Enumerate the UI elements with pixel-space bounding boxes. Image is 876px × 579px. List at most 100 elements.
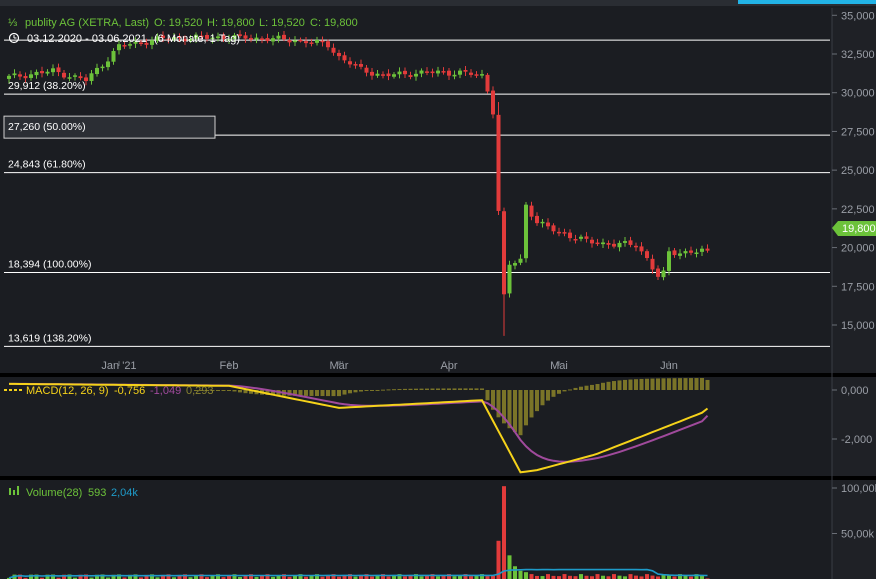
macd-histogram-bar [238,390,242,393]
macd-title: MACD(12, 26, 9) [26,385,109,397]
macd-histogram-bar [584,385,589,390]
x-tick-label: Mai [550,360,568,372]
y-tick-label: 22,500 [841,204,875,216]
candle-body [568,232,572,239]
candle-body [67,77,72,79]
date-range: 03.12.2020 - 03.06.2021 [27,33,147,45]
candle-body [458,70,462,75]
macd-histogram-bar [568,389,572,391]
last-price-value: 19,800 [842,223,876,235]
candle-body [485,74,490,92]
candle-body [518,258,523,263]
candle-body [546,222,550,227]
candle-body [359,63,363,67]
candle-body [650,258,655,270]
open-value: O: 19,520 [154,17,202,29]
macd-histogram-bar [683,378,688,390]
candle-body [469,72,473,75]
macd-histogram-bar [359,390,363,392]
candle-body [106,61,110,68]
macd-histogram-bar [452,388,457,390]
x-tick-label: Apr [440,360,457,372]
macd-histogram-bar [463,388,468,390]
macd-histogram-bar [623,379,627,390]
candle-body [386,73,391,77]
macd-histogram-bar [524,390,528,426]
macd-histogram-bar [551,390,556,397]
candle-body [95,67,99,75]
candle-body [595,242,600,245]
candlestick-icon[interactable]: ⅓ [8,17,17,29]
candle-body [700,248,704,252]
candle-body [51,68,55,73]
y-tick-label: 17,500 [841,281,875,293]
candle-body [62,72,66,78]
macd-histogram-bar [320,390,325,397]
macd-histogram-bar [639,378,644,390]
volume-bar [507,555,512,579]
y-tick-label: 100,00k [841,483,876,495]
macd-histogram-bar [678,378,682,390]
candle-body [441,71,446,73]
macd-histogram-bar [304,390,308,396]
candle-body [452,74,457,77]
macd-histogram-bar [606,381,611,390]
macd-histogram-bar [667,378,671,390]
macd-line [9,382,709,474]
macd-histogram-bar [315,390,319,397]
candle-body [315,40,319,43]
symbol-title: publity AG (XETRA, Last) [25,17,149,29]
candle-body [579,236,583,239]
candle-body [370,71,374,76]
macd-histogram-bar [546,390,550,401]
fib-level-label: 18,394 (100.00%) [8,258,91,270]
macd-histogram-bar [414,388,418,390]
macd-histogram-bar [485,390,490,401]
candle-body [513,263,517,266]
last-price-badge: 19,800 [832,221,876,236]
y-tick-label: -2,000 [841,434,872,446]
candle-body [337,52,341,57]
candle-body [287,40,292,43]
candle-body [122,45,127,47]
y-tick-label: 35,000 [841,10,875,22]
y-tick-label: 20,000 [841,243,875,255]
volume-title: Volume(28) [26,487,82,499]
volume-bar [650,575,655,579]
volume-bar [502,486,506,579]
y-tick-label: 50,00k [841,529,875,541]
candle-body [601,242,605,245]
macd-histogram-bar [331,390,336,397]
candle-body [645,251,649,259]
close-value: C: 19,800 [310,17,358,29]
macd-histogram-bar [656,378,660,390]
fib-level-label: 27,260 (50.00%) [8,121,86,133]
candle-body [100,66,105,69]
candle-body [628,240,633,245]
macd-histogram-bar [227,390,231,391]
candle-body [667,251,671,271]
macd-histogram-bar [447,388,451,390]
candle-body [425,71,429,73]
macd-histogram-bar [529,390,534,418]
price-panel[interactable] [0,8,832,375]
chart-area[interactable]: 29,912 (38.20%) 27,260 (50.00%) 24,843 (61… [0,0,876,579]
candle-body [342,55,347,61]
candle-body [408,75,413,77]
y-tick-label: 30,000 [841,88,875,100]
volume-bar [529,574,534,579]
candle-body [683,251,688,254]
candle-body [535,215,539,224]
macd-histogram-bar [700,378,704,390]
fib-level-label: 29,912 (38.20%) [8,80,86,92]
candle-body [447,70,451,76]
candle-body [678,253,682,256]
macd-histogram-bar [562,390,567,392]
histogram-value: 0,293 [186,385,214,397]
candle-body [84,77,88,82]
volume-legend: Volume(28) 593 2,04k [9,486,138,499]
macd-histogram-bar [617,380,622,390]
macd-histogram-bar [628,379,633,390]
candle-body [304,41,308,44]
y-tick-label: 27,500 [841,126,875,138]
